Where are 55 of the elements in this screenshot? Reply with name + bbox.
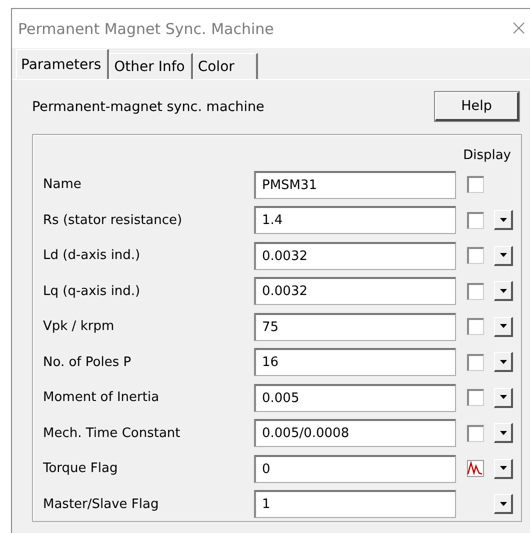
parameter-label: Rs (stator resistance) bbox=[42, 212, 184, 228]
caret-icon bbox=[500, 430, 506, 435]
dropdown-button[interactable] bbox=[494, 210, 513, 230]
display-checkbox[interactable] bbox=[466, 176, 484, 194]
tab[interactable]: Color bbox=[192, 53, 258, 79]
display-checkbox[interactable] bbox=[466, 424, 484, 442]
parameter-field[interactable]: 1 bbox=[254, 490, 456, 518]
display-checkbox[interactable] bbox=[466, 282, 484, 300]
display-checkbox[interactable] bbox=[466, 247, 484, 264]
parameter-field[interactable]: 75 bbox=[254, 312, 456, 341]
caret-icon bbox=[500, 466, 506, 470]
display-heading: Display bbox=[463, 148, 511, 162]
parameter-label: Mech. Time Constant bbox=[42, 426, 182, 441]
caret-icon bbox=[500, 218, 506, 222]
parameter-field[interactable]: 0.0032 bbox=[254, 277, 456, 306]
parameter-label: Master/Slave Flag bbox=[42, 496, 160, 512]
parameter-label: Lq (q-axis ind.) bbox=[42, 284, 142, 299]
display-checkbox[interactable] bbox=[466, 389, 484, 406]
caret-icon bbox=[500, 288, 506, 293]
dropdown-button[interactable] bbox=[494, 458, 513, 479]
parameter-field[interactable]: 16 bbox=[254, 348, 456, 376]
display-checkbox[interactable] bbox=[466, 212, 484, 229]
parameter-field[interactable]: PMSM31 bbox=[254, 170, 456, 199]
caret-icon bbox=[500, 324, 506, 328]
parameter-field[interactable]: 0.005 bbox=[254, 384, 456, 412]
display-checkbox[interactable] bbox=[466, 318, 484, 336]
caret-icon bbox=[500, 253, 506, 258]
dropdown-button[interactable] bbox=[494, 352, 513, 372]
display-checkbox[interactable] bbox=[466, 354, 484, 371]
caret-icon bbox=[500, 502, 506, 506]
parameter-label: Moment of Inertia bbox=[42, 390, 160, 406]
parameter-field[interactable]: 1.4 bbox=[254, 206, 456, 234]
parameter-label: Vpk / krpm bbox=[42, 319, 116, 334]
caret-icon bbox=[500, 395, 506, 400]
waveform-icon[interactable] bbox=[466, 460, 484, 478]
parameter-field[interactable]: 0 bbox=[254, 454, 456, 483]
parameter-field[interactable]: 0.005/0.0008 bbox=[254, 419, 456, 448]
parameter-label: Name bbox=[42, 177, 82, 192]
dropdown-button[interactable] bbox=[494, 423, 513, 444]
dropdown-button[interactable] bbox=[494, 494, 513, 514]
description: Permanent-magnet sync. machine bbox=[32, 98, 264, 114]
tab[interactable]: Parameters bbox=[16, 49, 110, 79]
dropdown-button[interactable] bbox=[494, 246, 513, 266]
dropdown-button[interactable] bbox=[494, 281, 513, 302]
window-title: Permanent Magnet Sync. Machine bbox=[18, 20, 274, 38]
help-button[interactable]: Help bbox=[435, 92, 519, 121]
close-button[interactable]: × bbox=[510, 18, 528, 40]
caret-icon bbox=[500, 360, 506, 364]
parameter-label: Torque Flag bbox=[42, 461, 119, 476]
dropdown-button[interactable] bbox=[494, 388, 513, 408]
parameter-label: Ld (d-axis ind.) bbox=[42, 248, 142, 264]
parameter-label: No. of Poles P bbox=[42, 354, 132, 370]
dropdown-button[interactable] bbox=[494, 316, 513, 337]
tab[interactable]: Other Info bbox=[109, 53, 193, 79]
parameter-field[interactable]: 0.0032 bbox=[254, 242, 456, 270]
